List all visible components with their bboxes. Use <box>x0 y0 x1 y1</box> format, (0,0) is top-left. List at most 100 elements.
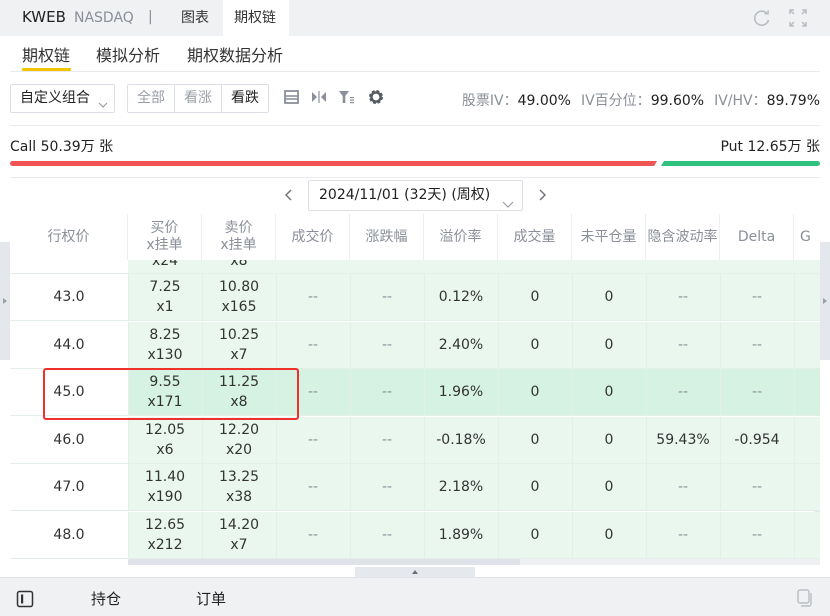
expiry-date-dropdown[interactable]: 2024/11/01 (32天) (周权) <box>308 180 523 211</box>
table-row-partial[interactable]: x24 x8 <box>10 260 820 274</box>
implied-volatility-value: -- <box>677 479 689 495</box>
last-price-value: -- <box>307 479 319 495</box>
cell-implied-volatility: -- <box>646 369 720 415</box>
column-header-gamma[interactable]: G <box>794 214 820 260</box>
cell-change-pct: -- <box>350 321 424 368</box>
delta-value: -- <box>751 526 763 543</box>
column-divider <box>424 274 425 320</box>
cell-ask[interactable]: 13.25 x38 <box>202 464 276 510</box>
cell-bid[interactable]: 12.05 x6 <box>128 416 202 463</box>
column-header-premium-rate[interactable]: 溢价率 <box>424 214 498 260</box>
column-divider <box>794 274 795 320</box>
column-divider <box>720 321 721 368</box>
horizontal-scrollbar-thumb[interactable] <box>128 559 520 565</box>
cell-ask[interactable]: 10.80 x165 <box>202 274 276 320</box>
cell-last-price: -- <box>276 511 350 558</box>
column-divider <box>498 416 499 463</box>
column-header-last-price[interactable]: 成交价 <box>276 214 350 260</box>
column-header-ask[interactable]: 卖价 x挂单 <box>202 214 276 260</box>
table-row[interactable]: 44.0 8.25 x130 10.25 x7 -- -- 2.40% 0 0 -- -- <box>10 321 820 369</box>
left-panel-toggle[interactable] <box>0 242 10 360</box>
ask-price: 12.20 <box>218 421 260 438</box>
open-interest-value: 0 <box>604 431 614 448</box>
column-divider <box>350 464 351 510</box>
split-compare-icon[interactable] <box>310 88 328 106</box>
previous-expiry-button[interactable] <box>282 185 296 205</box>
subtab-option-data-analysis[interactable]: 期权数据分析 <box>187 42 283 66</box>
fullscreen-icon[interactable] <box>787 7 809 29</box>
column-header-delta[interactable]: Delta <box>720 214 794 260</box>
column-divider <box>794 464 795 510</box>
last-price-value: -- <box>307 526 319 543</box>
collapse-panel-button[interactable] <box>355 567 475 577</box>
custom-combo-dropdown[interactable]: 自定义组合 <box>10 84 115 113</box>
subtab-option-chain[interactable]: 期权链 <box>22 42 70 66</box>
settings-icon[interactable] <box>367 88 385 106</box>
change-pct-value: -- <box>381 431 393 448</box>
column-header-bid[interactable]: 买价 x挂单 <box>128 214 202 260</box>
filter-call-button[interactable]: 看涨 <box>175 85 222 112</box>
strike-value: 44.0 <box>53 336 85 353</box>
column-divider <box>424 464 425 510</box>
stock-iv-value: 49.00% <box>517 93 571 109</box>
column-header-strike[interactable]: 行权价 <box>10 214 128 260</box>
next-expiry-button[interactable] <box>535 185 549 205</box>
cell-bid[interactable]: 12.65 x212 <box>128 511 202 558</box>
strike-value: 47.0 <box>53 479 85 495</box>
table-row[interactable]: 47.0 11.40 x190 13.25 x38 -- -- 2.18% 0 0 -- -- <box>10 464 820 511</box>
table-row[interactable]: 46.0 12.05 x6 12.20 x20 -- -- -0.18% 0 0 59.43% -0.… <box>10 416 820 464</box>
cell-ask[interactable]: 14.20 x7 <box>202 511 276 558</box>
cell-last-price <box>276 260 350 273</box>
cell-change-pct: -- <box>350 274 424 320</box>
cell-delta: -- <box>720 511 794 558</box>
column-header-open-interest[interactable]: 未平仓量 <box>572 214 646 260</box>
volume-value: 0 <box>530 526 540 543</box>
delta-value: -0.954 <box>734 431 780 448</box>
cell-ask[interactable]: 12.20 x20 <box>202 416 276 463</box>
open-interest-value: 0 <box>604 336 614 353</box>
column-divider <box>572 369 573 415</box>
column-divider <box>720 464 721 510</box>
cell-premium-rate: 2.40% <box>424 321 498 368</box>
ask-price: 10.80 <box>218 279 260 295</box>
column-divider <box>276 321 277 368</box>
tab-chart[interactable]: 图表 <box>170 0 220 36</box>
tab-option-chain[interactable]: 期权链 <box>223 0 289 36</box>
column-divider <box>128 511 129 558</box>
cell-bid[interactable]: 8.25 x130 <box>128 321 202 368</box>
tab-positions[interactable]: 持仓 <box>91 588 121 609</box>
cell-last-price: -- <box>276 416 350 463</box>
column-divider <box>424 321 425 368</box>
cell-bid[interactable]: 11.40 x190 <box>128 464 202 510</box>
ask-price: 13.25 <box>218 469 260 485</box>
panel-toggle-icon[interactable] <box>16 590 34 608</box>
column-divider <box>720 274 721 320</box>
cell-implied-volatility: -- <box>646 274 720 320</box>
column-divider <box>794 416 795 463</box>
filter-all-button[interactable]: 全部 <box>128 85 175 112</box>
column-divider <box>350 274 351 320</box>
column-divider <box>424 416 425 463</box>
delta-value: -- <box>751 336 763 353</box>
popout-icon[interactable] <box>796 588 814 608</box>
cell-ask[interactable]: 10.25 x7 <box>202 321 276 368</box>
tab-orders[interactable]: 订单 <box>196 588 226 609</box>
column-header-change-pct[interactable]: 涨跌幅 <box>350 214 424 260</box>
filter-icon[interactable] <box>338 88 356 106</box>
table-row[interactable]: 48.0 12.65 x212 14.20 x7 -- -- 1.89% 0 0 -- -- <box>10 511 820 559</box>
column-header-volume[interactable]: 成交量 <box>498 214 572 260</box>
column-divider <box>646 274 647 320</box>
cell-implied-volatility: -- <box>646 464 720 510</box>
layout-icon[interactable] <box>283 88 301 106</box>
refresh-icon[interactable] <box>751 7 773 29</box>
divider <box>10 71 820 72</box>
cell-strike: 48.0 <box>10 512 128 558</box>
cell-bid[interactable]: 7.25 x1 <box>128 274 202 320</box>
right-panel-toggle[interactable] <box>820 242 830 360</box>
bid-size: x24 <box>151 260 179 269</box>
table-row[interactable]: 43.0 7.25 x1 10.80 x165 -- -- 0.12% 0 0 -- -- <box>10 274 820 321</box>
filter-put-button[interactable]: 看跌 <box>222 85 268 112</box>
column-divider <box>646 369 647 415</box>
column-header-implied-volatility[interactable]: 隐含波动率 <box>646 214 720 260</box>
subtab-simulation[interactable]: 模拟分析 <box>96 42 160 66</box>
